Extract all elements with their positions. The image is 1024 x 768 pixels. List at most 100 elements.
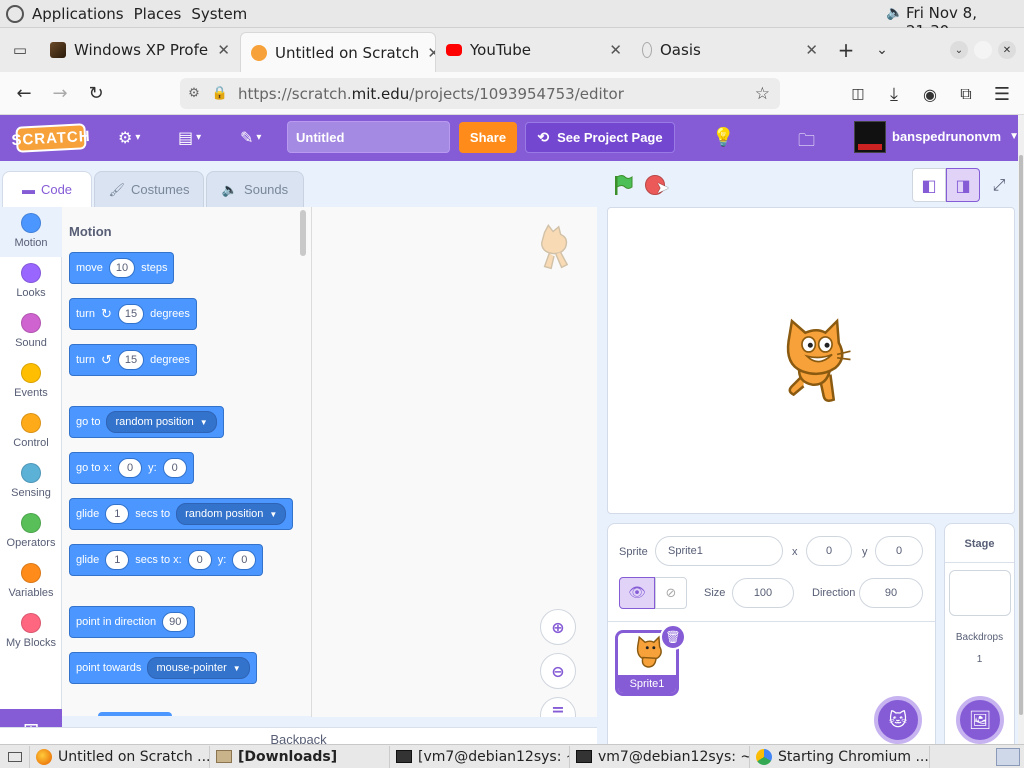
block-number-input[interactable]: 15 — [117, 350, 145, 370]
taskbar-item-terminal-1[interactable]: [vm7@debian12sys: ~] — [390, 745, 570, 768]
green-flag-icon[interactable] — [612, 174, 634, 196]
settings-gear-icon[interactable]: ⚙ ▾ — [118, 128, 140, 147]
account-icon[interactable]: ◉ — [912, 76, 948, 112]
stage-selector-pane[interactable]: Stage Backdrops 1 🖼 — [944, 523, 1015, 748]
palette-scrollbar[interactable] — [300, 210, 306, 256]
category-sound[interactable]: Sound — [0, 307, 62, 357]
taskbar-item-downloads[interactable]: [Downloads] — [210, 745, 390, 768]
back-icon[interactable]: ← — [6, 75, 42, 111]
category-events[interactable]: Events — [0, 357, 62, 407]
large-stage-button[interactable]: ◨ — [946, 168, 980, 202]
workspace-switcher[interactable] — [996, 747, 1020, 766]
category-control[interactable]: Control — [0, 407, 62, 457]
downloads-icon[interactable]: ⤓ — [876, 76, 912, 112]
block-dropdown[interactable]: mouse-pointer ▼ — [147, 657, 250, 679]
url-bar[interactable]: ⚙ 🔒 https://scratch.mit.edu/projects/109… — [180, 78, 780, 109]
system-menu[interactable]: System — [191, 5, 247, 23]
direction-input[interactable]: 90 — [859, 578, 923, 608]
new-tab-button[interactable]: + — [828, 28, 864, 72]
block-turn-right[interactable]: turn ↻ 15 degrees — [69, 298, 197, 330]
stage-thumbnail[interactable] — [949, 570, 1011, 616]
show-sprite-button[interactable]: 👁 — [619, 577, 655, 609]
taskbar-item-terminal-2[interactable]: vm7@debian12sys: ~ — [570, 745, 750, 768]
category-operators[interactable]: Operators — [0, 507, 62, 557]
lock-icon[interactable]: 🔒 — [208, 86, 232, 101]
category-variables[interactable]: Variables — [0, 557, 62, 607]
sprite-name-input[interactable]: Sprite1 — [655, 536, 783, 566]
cat-sprite[interactable] — [769, 316, 855, 408]
x-input[interactable]: 0 — [806, 536, 852, 566]
block-number-input[interactable]: 1 — [105, 504, 130, 524]
tab-scratch[interactable]: Untitled on Scratch ✕ — [240, 32, 436, 72]
close-icon[interactable]: ✕ — [217, 41, 230, 59]
partial-block[interactable] — [98, 712, 172, 716]
close-icon[interactable]: ✕ — [609, 41, 622, 59]
category-my-blocks[interactable]: My Blocks — [0, 607, 62, 657]
project-title-input[interactable]: Untitled — [287, 121, 450, 153]
page-scrollbar-thumb[interactable] — [1019, 155, 1023, 715]
zoom-in-icon[interactable]: ⊕ — [540, 609, 576, 645]
my-stuff-folder-icon[interactable]: 🗀 — [798, 128, 815, 157]
close-window-icon[interactable]: ✕ — [998, 41, 1016, 59]
close-icon[interactable]: ✕ — [805, 41, 818, 59]
block-point-in-direction[interactable]: point in direction 90 — [69, 606, 196, 638]
delete-sprite-icon[interactable]: 🗑 — [660, 624, 686, 650]
choose-backdrop-button[interactable]: 🖼 — [956, 696, 1004, 744]
tab-youtube[interactable]: YouTube ✕ — [436, 28, 632, 72]
block-go-to[interactable]: go to random position ▼ — [69, 406, 224, 438]
tutorials-lightbulb-icon[interactable]: 💡 — [712, 127, 734, 148]
site-info-icon[interactable]: ⚙ — [180, 86, 208, 101]
zoom-reset-icon[interactable]: = — [540, 697, 576, 719]
show-desktop-icon[interactable] — [0, 745, 30, 768]
small-stage-button[interactable]: ◧ — [912, 168, 946, 202]
minimize-icon[interactable]: ⌄ — [950, 41, 968, 59]
zoom-out-icon[interactable]: ⊖ — [540, 653, 576, 689]
taskbar-item-firefox[interactable]: Untitled on Scratch ... — [30, 745, 210, 768]
file-menu-icon[interactable]: ▤ ▾ — [178, 128, 201, 147]
block-point-towards[interactable]: point towards mouse-pointer ▼ — [69, 652, 257, 684]
block-go-to-xy[interactable]: go to x: 0 y: 0 — [69, 452, 194, 484]
tab-costumes[interactable]: 🖌 Costumes — [94, 171, 204, 207]
block-dropdown[interactable]: random position ▼ — [106, 411, 217, 433]
block-number-input[interactable]: 0 — [118, 458, 143, 478]
debian-logo-icon[interactable] — [6, 4, 24, 23]
block-move-steps[interactable]: move 10 steps — [69, 252, 175, 284]
block-turn-left[interactable]: turn ↺ 15 degrees — [69, 344, 197, 376]
block-number-input[interactable]: 1 — [105, 550, 130, 570]
script-area[interactable]: ⊕ ⊖ = — [311, 207, 597, 719]
block-number-input[interactable]: 0 — [162, 458, 187, 478]
see-project-page-button[interactable]: ⟲ See Project Page — [525, 122, 675, 153]
applications-menu[interactable]: Applications — [32, 5, 124, 23]
block-dropdown[interactable]: random position ▼ — [176, 503, 287, 525]
share-button[interactable]: Share — [459, 122, 517, 153]
block-number-input[interactable]: 0 — [232, 550, 257, 570]
edit-menu-icon[interactable]: ✎ ▾ — [240, 128, 261, 147]
block-number-input[interactable]: 10 — [108, 258, 136, 278]
size-input[interactable]: 100 — [732, 578, 794, 608]
category-sensing[interactable]: Sensing — [0, 457, 62, 507]
username-menu[interactable]: banspedrunonvm ▼ — [892, 129, 1019, 144]
page-scrollbar[interactable] — [1018, 115, 1024, 744]
block-number-input[interactable]: 90 — [162, 612, 189, 632]
y-input[interactable]: 0 — [875, 536, 923, 566]
user-avatar[interactable] — [854, 121, 886, 153]
block-glide-to[interactable]: glide 1 secs to random position ▼ — [69, 498, 294, 530]
tab-code[interactable]: ▬ Code — [2, 171, 92, 207]
tab-overview-button[interactable]: ▭ — [0, 28, 40, 72]
places-menu[interactable]: Places — [134, 5, 182, 23]
category-motion[interactable]: Motion — [0, 207, 62, 257]
volume-icon[interactable]: 🔈 — [886, 5, 903, 21]
choose-sprite-button[interactable]: 🐱 — [874, 696, 922, 744]
tab-oasis[interactable]: Oasis ✕ — [632, 28, 828, 72]
scratch-logo[interactable]: SCRATCH — [11, 123, 91, 153]
pocket-icon[interactable]: ◫ — [840, 76, 876, 112]
tab-list-chevron-icon[interactable]: ⌄ — [864, 28, 900, 72]
tab-windows-xp[interactable]: Windows XP Professi ✕ — [40, 28, 240, 72]
close-icon[interactable]: ✕ — [427, 44, 435, 62]
block-glide-to-xy[interactable]: glide 1 secs to x: 0 y: 0 — [69, 544, 264, 576]
maximize-icon[interactable] — [974, 41, 992, 59]
forward-icon[interactable]: → — [42, 75, 78, 111]
bookmark-star-icon[interactable]: ☆ — [755, 84, 770, 104]
block-number-input[interactable]: 0 — [187, 550, 212, 570]
block-number-input[interactable]: 15 — [117, 304, 145, 324]
